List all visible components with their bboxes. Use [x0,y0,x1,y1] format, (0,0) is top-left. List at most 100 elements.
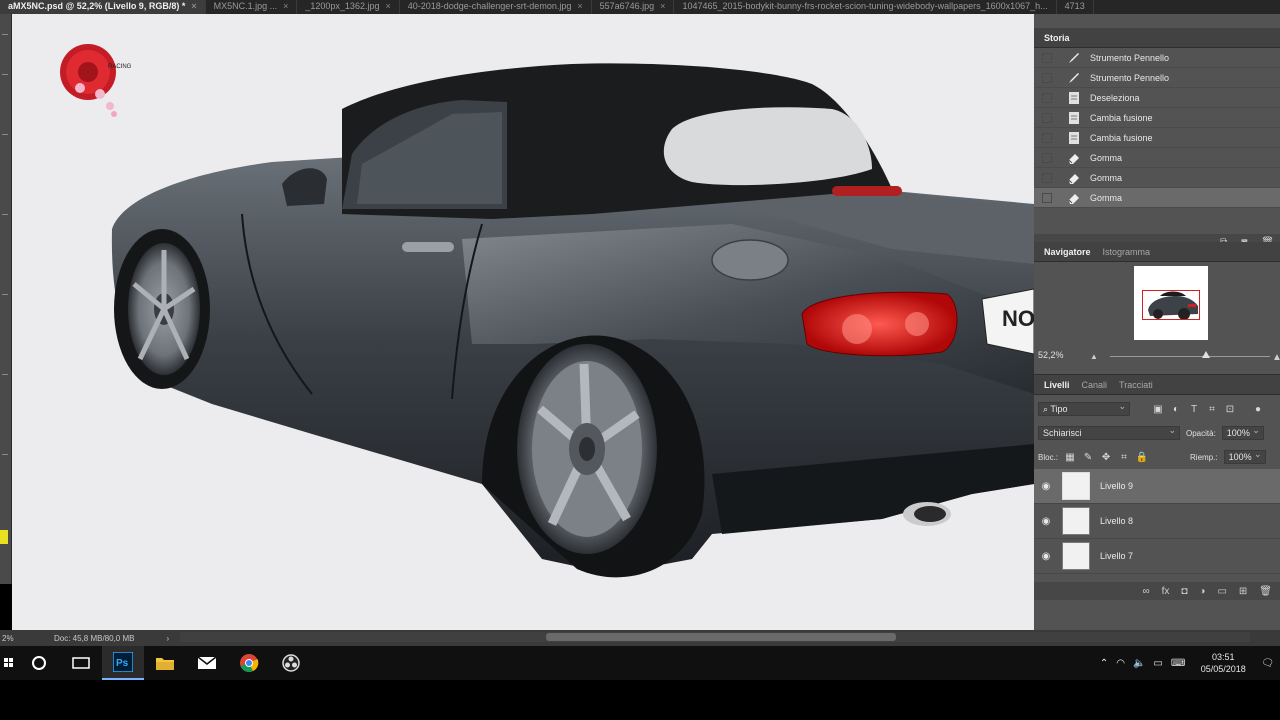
history-source-checkbox[interactable] [1042,72,1052,83]
close-icon[interactable]: × [385,1,390,11]
zoom-in-icon[interactable]: ▲ [1272,352,1280,363]
new-group-icon[interactable]: ▭ [1217,586,1226,597]
document-tab-active[interactable]: aMX5NC.psd @ 52,2% (Livello 9, RGB/8) * × [0,0,206,14]
layer-thumbnail[interactable] [1062,472,1090,500]
navigator-thumbnail[interactable] [1134,266,1208,340]
history-state[interactable]: Strumento Pennello [1034,48,1280,68]
obs-icon[interactable] [270,646,312,680]
history-state[interactable]: Deseleziona [1034,88,1280,108]
speaker-icon[interactable]: 🔈 [1133,658,1145,669]
close-icon[interactable]: × [660,1,665,11]
history-state[interactable]: Gomma [1034,168,1280,188]
tab-channels[interactable]: Canali [1076,375,1114,395]
history-state[interactable]: Cambia fusione [1034,128,1280,148]
tab-layers[interactable]: Livelli [1038,375,1076,395]
document-tab[interactable]: 557a6746.jpg × [592,0,675,14]
history-source-checkbox[interactable] [1042,92,1052,103]
document-tab[interactable]: _1200px_1362.jpg × [297,0,400,14]
history-source-checkbox[interactable] [1042,172,1052,183]
lock-artboard-icon[interactable]: ⌗ [1118,451,1130,463]
lock-position-icon[interactable]: ✥ [1100,451,1112,463]
chrome-icon[interactable] [228,646,270,680]
history-source-checkbox[interactable] [1042,112,1052,123]
history-state[interactable]: Gomma [1034,188,1280,208]
filter-pixel-icon[interactable]: ▣ [1152,403,1164,415]
filter-shape-icon[interactable]: ⌗ [1206,403,1218,415]
tab-history[interactable]: Storia [1038,28,1076,48]
mail-icon[interactable] [186,646,228,680]
clock[interactable]: 03:51 05/05/2018 [1193,651,1253,675]
eye-icon[interactable]: ◉ [1034,516,1058,527]
logo-text: RACING [108,64,132,70]
new-layer-icon[interactable]: ⊞ [1239,586,1247,597]
close-icon[interactable]: × [191,1,196,11]
tab-navigator[interactable]: Navigatore [1038,242,1097,262]
file-explorer-icon[interactable] [144,646,186,680]
filter-type-icon[interactable]: T [1188,403,1200,415]
layer-mask-icon[interactable]: ◘ [1181,586,1187,597]
foreground-color-swatch[interactable] [0,530,8,544]
history-state[interactable]: Cambia fusione [1034,108,1280,128]
tool-marker [2,294,8,295]
status-zoom[interactable]: 2% [2,634,42,643]
layer-filter-dropdown[interactable]: ⌕ Tipo [1038,400,1130,416]
scrollbar-thumb[interactable] [546,633,896,641]
close-icon[interactable]: × [577,1,582,11]
tab-histogram[interactable]: Istogramma [1097,242,1157,262]
navigator-zoom-value[interactable]: 52,2% [1038,350,1064,360]
layer-row[interactable]: ◉ Livello 8 [1034,504,1280,539]
layer-name[interactable]: Livello 7 [1100,551,1133,561]
layer-row[interactable]: ◉ Livello 9 [1034,469,1280,504]
navigator-zoom-knob[interactable] [1202,351,1210,358]
eye-icon[interactable]: ◉ [1034,481,1058,492]
layer-row[interactable]: ◉ Livello 7 [1034,539,1280,574]
layer-style-icon[interactable]: fx [1162,586,1170,597]
navigator-zoom-slider[interactable] [1110,356,1270,357]
opacity-field[interactable]: 100% [1221,424,1264,440]
cortana-icon[interactable] [18,646,60,680]
adjustment-layer-icon[interactable]: ◑ [1199,586,1205,597]
layer-name[interactable]: Livello 8 [1100,516,1133,526]
navigator-view-box[interactable] [1142,290,1200,320]
history-state[interactable]: Gomma [1034,148,1280,168]
filter-smart-object-icon[interactable]: ⊡ [1224,403,1236,415]
task-view-icon[interactable] [60,646,102,680]
network-icon[interactable]: ◠ [1116,658,1125,669]
delete-layer-icon[interactable]: 🗑 [1259,586,1272,597]
filter-toggle-icon[interactable]: ● [1252,403,1264,415]
photoshop-taskbar-icon[interactable]: Ps [102,646,144,680]
document-canvas[interactable]: RACING NO [12,14,1034,630]
language-icon[interactable]: ⌨ [1171,658,1185,669]
horizontal-scrollbar[interactable] [180,632,1250,642]
history-source-checkbox[interactable] [1042,52,1052,63]
blend-mode-dropdown[interactable]: Schiarisci [1038,424,1180,440]
tab-paths[interactable]: Tracciati [1113,375,1159,395]
layer-thumbnail[interactable] [1062,542,1090,570]
filter-adjustment-icon[interactable]: ◐ [1170,403,1182,415]
fill-field[interactable]: 100% [1223,448,1266,464]
document-tab[interactable]: 4713 [1057,0,1094,14]
link-layers-icon[interactable]: ∞ [1142,586,1149,597]
eye-icon[interactable]: ◉ [1034,551,1058,562]
notifications-icon[interactable]: 🗨 [1261,658,1274,669]
layer-name[interactable]: Livello 9 [1100,481,1133,491]
lock-transparent-icon[interactable]: ▦ [1064,451,1076,463]
lock-image-icon[interactable]: ✎ [1082,451,1094,463]
battery-icon[interactable]: ▭ [1153,658,1162,669]
start-icon[interactable] [0,646,18,680]
close-icon[interactable]: × [283,1,288,11]
status-expand-icon[interactable]: › [166,634,169,643]
chevron-up-icon[interactable]: ⌃ [1100,658,1108,669]
tool-marker [2,374,8,375]
history-source-checkbox[interactable] [1042,132,1052,143]
tools-panel[interactable] [0,14,12,584]
document-tab[interactable]: 40-2018-dodge-challenger-srt-demon.jpg × [400,0,592,14]
document-tab[interactable]: MX5NC.1.jpg ... × [206,0,298,14]
history-source-checkbox[interactable] [1042,192,1052,203]
history-source-checkbox[interactable] [1042,152,1052,163]
document-tab[interactable]: 1047465_2015-bodykit-bunny-frs-rocket-sc… [674,0,1057,14]
layer-thumbnail[interactable] [1062,507,1090,535]
lock-all-icon[interactable]: 🔒 [1136,451,1148,463]
history-state[interactable]: Strumento Pennello [1034,68,1280,88]
zoom-out-icon[interactable]: ▲ [1090,352,1098,361]
